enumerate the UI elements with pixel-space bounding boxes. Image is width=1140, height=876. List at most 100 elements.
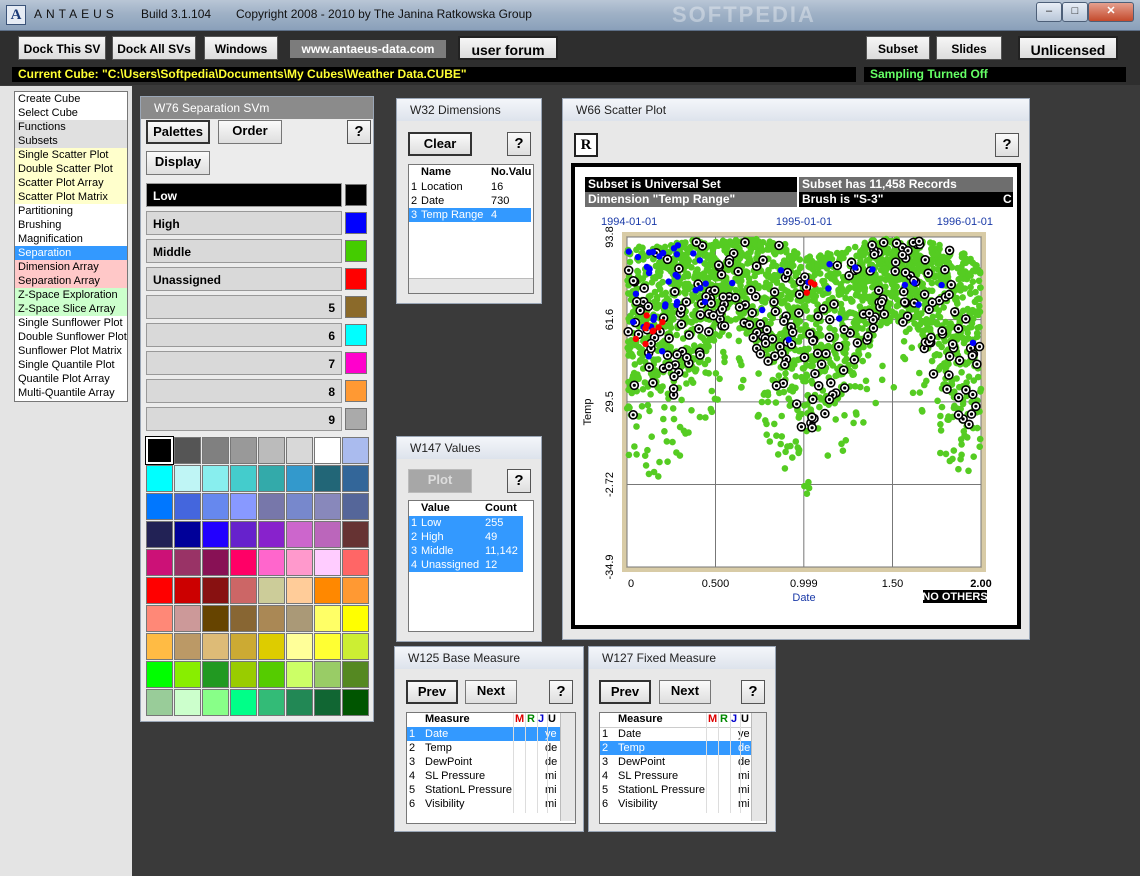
dimension-row[interactable]: 3 Temp Range 4 xyxy=(409,208,531,222)
palette-swatch[interactable] xyxy=(314,521,341,548)
menu-item[interactable]: Multi-Quantile Array xyxy=(15,386,127,400)
svm-color-swatch[interactable] xyxy=(345,184,367,206)
menu-item[interactable]: Single Quantile Plot xyxy=(15,358,127,372)
svm-help-button[interactable]: ? xyxy=(347,120,371,144)
svm-color-swatch[interactable] xyxy=(345,352,367,374)
value-row[interactable]: 3 Middle 11,142 xyxy=(409,544,523,558)
svm-color-swatch[interactable] xyxy=(345,408,367,430)
palette-swatch[interactable] xyxy=(342,577,369,604)
palette-swatch[interactable] xyxy=(174,633,201,660)
palette-swatch[interactable] xyxy=(286,661,313,688)
maximize-icon[interactable]: □ xyxy=(1062,2,1088,22)
dimension-row[interactable]: 2 Date 730 xyxy=(409,194,531,208)
minimize-icon[interactable]: – xyxy=(1036,2,1062,22)
menu-item[interactable]: Sunflower Plot Matrix xyxy=(15,344,127,358)
fixed-next-button[interactable]: Next xyxy=(659,680,711,704)
svm-row[interactable]: 8 xyxy=(146,379,342,403)
palette-swatch[interactable] xyxy=(342,549,369,576)
menu-item[interactable]: Separation xyxy=(15,246,127,260)
palette-swatch[interactable] xyxy=(230,549,257,576)
windows-button[interactable]: Windows xyxy=(204,36,278,60)
palette-swatch[interactable] xyxy=(146,633,173,660)
svm-row[interactable]: 6 xyxy=(146,323,342,347)
license-status-button[interactable]: Unlicensed xyxy=(1018,36,1118,60)
palette-swatch[interactable] xyxy=(230,521,257,548)
palette-swatch[interactable] xyxy=(286,521,313,548)
palette-swatch[interactable] xyxy=(230,689,257,716)
menu-item[interactable]: Dimension Array xyxy=(15,260,127,274)
menu-item[interactable]: Double Scatter Plot xyxy=(15,162,127,176)
palette-swatch[interactable] xyxy=(202,605,229,632)
palette-swatch[interactable] xyxy=(342,521,369,548)
palette-swatch[interactable] xyxy=(286,493,313,520)
palette-swatch[interactable] xyxy=(146,521,173,548)
palette-swatch[interactable] xyxy=(230,493,257,520)
svm-color-swatch[interactable] xyxy=(345,212,367,234)
menu-item[interactable]: Z-Space Slice Array xyxy=(15,302,127,316)
palette-swatch[interactable] xyxy=(342,493,369,520)
palette-swatch[interactable] xyxy=(258,549,285,576)
svm-row[interactable]: 5 xyxy=(146,295,342,319)
menu-item[interactable]: Z-Space Exploration xyxy=(15,288,127,302)
palette-swatch[interactable] xyxy=(202,661,229,688)
svm-color-swatch[interactable] xyxy=(345,324,367,346)
palette-swatch[interactable] xyxy=(174,437,201,464)
menu-item[interactable]: Scatter Plot Matrix xyxy=(15,190,127,204)
menu-item[interactable]: Select Cube xyxy=(15,106,127,120)
svm-row[interactable]: Low xyxy=(146,183,342,207)
menu-item[interactable]: Magnification xyxy=(15,232,127,246)
palette-swatch[interactable] xyxy=(314,465,341,492)
palette-swatch[interactable] xyxy=(230,661,257,688)
svm-row[interactable]: 7 xyxy=(146,351,342,375)
palette-swatch[interactable] xyxy=(314,549,341,576)
svm-row[interactable]: Middle xyxy=(146,239,342,263)
menu-item[interactable]: Single Sunflower Plot xyxy=(15,316,127,330)
palette-swatch[interactable] xyxy=(314,689,341,716)
svm-row[interactable]: Unassigned xyxy=(146,267,342,291)
palette-swatch[interactable] xyxy=(146,661,173,688)
palette-swatch[interactable] xyxy=(146,549,173,576)
dock-this-sv-button[interactable]: Dock This SV xyxy=(18,36,106,60)
slides-button[interactable]: Slides xyxy=(936,36,1002,60)
fixed-help-button[interactable]: ? xyxy=(741,680,765,704)
palette-swatch[interactable] xyxy=(342,689,369,716)
palette-swatch[interactable] xyxy=(286,549,313,576)
palette-swatch[interactable] xyxy=(202,689,229,716)
palette-swatch[interactable] xyxy=(258,577,285,604)
palette-swatch[interactable] xyxy=(314,661,341,688)
dimensions-help-button[interactable]: ? xyxy=(507,132,531,156)
palette-swatch[interactable] xyxy=(230,605,257,632)
menu-item[interactable]: Functions xyxy=(15,120,127,134)
palette-swatch[interactable] xyxy=(202,549,229,576)
menu-item[interactable]: Brushing xyxy=(15,218,127,232)
display-button[interactable]: Display xyxy=(146,151,210,175)
scatter-chart[interactable]: 0 0.500 0.999 1.50 2.00 93.8 61.6 29.5 -2.72 -34.… xyxy=(583,209,1013,609)
vertical-scrollbar[interactable] xyxy=(560,713,575,821)
svm-color-swatch[interactable] xyxy=(345,380,367,402)
menu-item[interactable]: Scatter Plot Array xyxy=(15,176,127,190)
base-next-button[interactable]: Next xyxy=(465,680,517,704)
palettes-button[interactable]: Palettes xyxy=(146,120,210,144)
close-icon[interactable]: ✕ xyxy=(1088,2,1134,22)
fixed-prev-button[interactable]: Prev xyxy=(599,680,651,704)
svm-color-swatch[interactable] xyxy=(345,268,367,290)
palette-swatch[interactable] xyxy=(174,521,201,548)
menu-item[interactable]: Quantile Plot Array xyxy=(15,372,127,386)
palette-swatch[interactable] xyxy=(174,605,201,632)
menu-item[interactable]: Create Cube xyxy=(15,92,127,106)
palette-swatch[interactable] xyxy=(314,605,341,632)
order-button[interactable]: Order xyxy=(218,120,282,144)
palette-swatch[interactable] xyxy=(314,493,341,520)
palette-swatch[interactable] xyxy=(286,633,313,660)
palette-swatch[interactable] xyxy=(258,689,285,716)
palette-swatch[interactable] xyxy=(174,493,201,520)
palette-swatch[interactable] xyxy=(258,605,285,632)
palette-swatch[interactable] xyxy=(174,465,201,492)
menu-item[interactable]: Subsets xyxy=(15,134,127,148)
palette-swatch[interactable] xyxy=(146,689,173,716)
palette-swatch[interactable] xyxy=(286,437,313,464)
palette-swatch[interactable] xyxy=(258,521,285,548)
palette-swatch[interactable] xyxy=(202,521,229,548)
svm-row[interactable]: 9 xyxy=(146,407,342,431)
clear-button[interactable]: Clear xyxy=(408,132,472,156)
